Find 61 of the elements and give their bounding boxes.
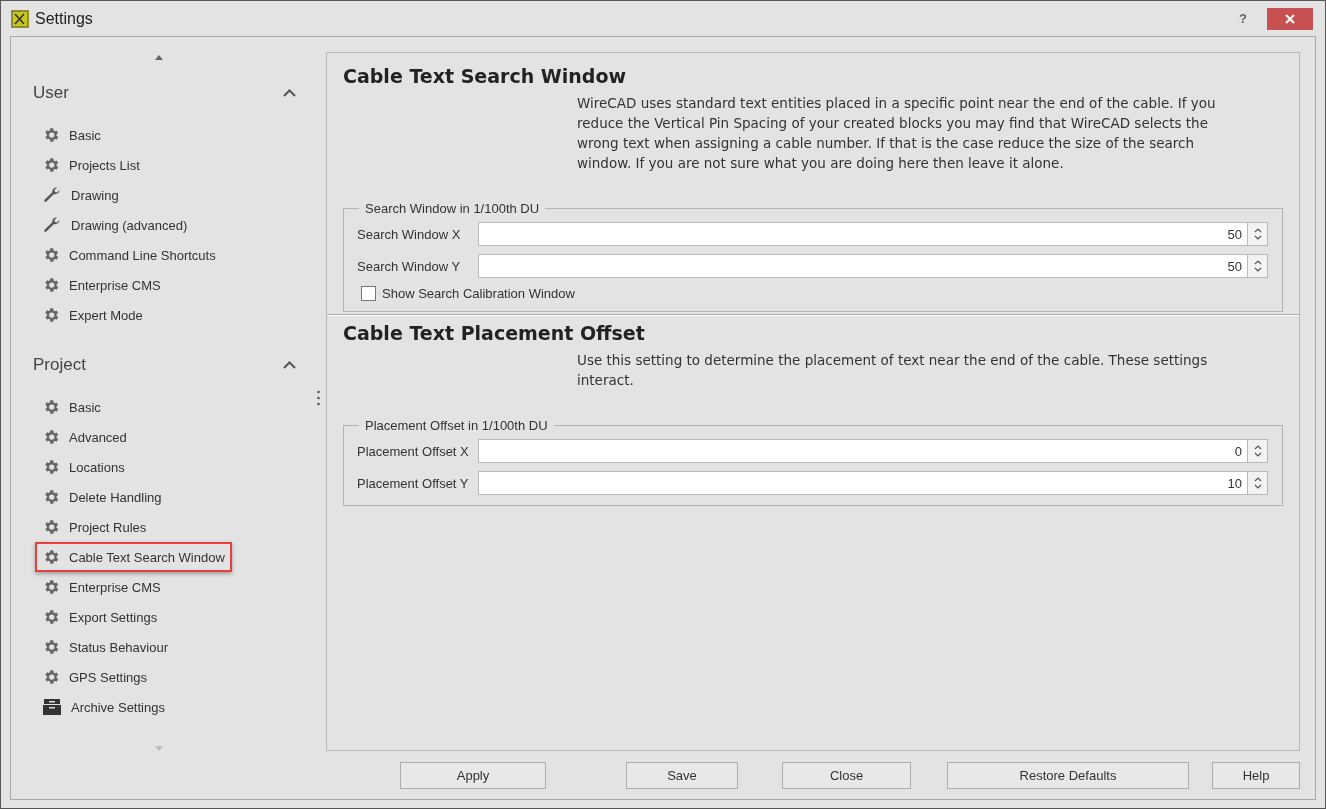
wrench-icon xyxy=(42,215,62,235)
section-description: WireCAD uses standard text entities placed in a specific point near the end of the cable. If you reduce the Vertical Pin Spacing of your created blocks you may find that WireCAD selects the wrong text when assigning a cable number. If that is the case reduce the size of the search window. If you are not sure what you are doing here then leave it alone. xyxy=(577,94,1217,173)
checkbox[interactable] xyxy=(361,286,376,301)
sidebar-item[interactable]: Advanced xyxy=(35,422,134,452)
close-button[interactable] xyxy=(1267,7,1313,30)
spin-buttons[interactable] xyxy=(1247,439,1268,463)
up-down-arrows-icon xyxy=(1253,444,1262,458)
spin-buttons[interactable] xyxy=(1247,471,1268,495)
collapse-chevron-icon[interactable] xyxy=(283,89,296,97)
sidebar-item[interactable]: Drawing (advanced) xyxy=(35,210,195,240)
sidebar-item[interactable]: Archive Settings xyxy=(35,692,172,722)
number-field[interactable]: 10 xyxy=(478,471,1247,495)
section-heading: Cable Text Search Window xyxy=(343,65,628,87)
group-box-title: Search Window in 1/100th DU xyxy=(364,201,541,216)
checkbox-label: Show Search Calibration Window xyxy=(382,286,575,301)
number-field[interactable]: 50 xyxy=(478,254,1247,278)
dialog-button[interactable]: Apply xyxy=(400,761,546,789)
spin-buttons[interactable] xyxy=(1247,254,1268,278)
up-down-arrows-icon xyxy=(1253,227,1262,241)
field-label: Search Window X xyxy=(357,226,462,242)
up-down-arrows-icon xyxy=(1253,259,1262,273)
dialog-button[interactable]: Help xyxy=(1212,761,1300,789)
app-logo-icon xyxy=(11,9,29,28)
sidebar-item[interactable]: GPS Settings xyxy=(35,662,155,692)
wrench-icon xyxy=(42,185,62,205)
dialog-button[interactable]: Close xyxy=(782,761,911,789)
number-field[interactable]: 50 xyxy=(478,222,1247,246)
window-title: Settings xyxy=(35,9,94,28)
scroll-up-arrow-icon[interactable] xyxy=(154,55,163,60)
sidebar-item[interactable]: Expert Mode xyxy=(35,300,150,330)
sidebar-item[interactable]: Enterprise CMS xyxy=(35,572,168,602)
sidebar-item[interactable]: Project Rules xyxy=(35,512,154,542)
dialog-button[interactable]: Restore Defaults xyxy=(947,761,1189,789)
field-label: Placement Offset Y xyxy=(357,475,470,491)
sidebar-item[interactable]: Projects List xyxy=(35,150,147,180)
sidebar-group-title: Project xyxy=(33,355,86,375)
collapse-chevron-icon[interactable] xyxy=(283,361,296,369)
field-label: Search Window Y xyxy=(357,258,462,274)
sidebar-item[interactable]: Export Settings xyxy=(35,602,165,632)
dialog-button[interactable]: Save xyxy=(626,761,738,789)
splitter-handle-icon[interactable] xyxy=(317,390,320,406)
section-description: Use this setting to determine the placement of text near the end of the cable. These settings interact. xyxy=(577,351,1209,390)
sidebar-item[interactable]: Delete Handling xyxy=(35,482,169,512)
section-heading: Cable Text Placement Offset xyxy=(343,322,646,344)
help-button[interactable]: ? xyxy=(1239,11,1247,26)
sidebar-item[interactable]: Cable Text Search Window xyxy=(35,542,232,572)
sidebar-item[interactable]: Basic xyxy=(35,392,108,422)
archive-box-icon xyxy=(42,698,62,716)
sidebar-group-title: User xyxy=(33,83,69,103)
up-down-arrows-icon xyxy=(1253,476,1262,490)
sidebar-item[interactable]: Status Behaviour xyxy=(35,632,175,662)
sidebar-item[interactable]: Enterprise CMS xyxy=(35,270,168,300)
spin-buttons[interactable] xyxy=(1247,222,1268,246)
sidebar-item[interactable]: Basic xyxy=(35,120,108,150)
number-field[interactable]: 0 xyxy=(478,439,1247,463)
field-label: Placement Offset X xyxy=(357,443,470,459)
group-box-title: Placement Offset in 1/100th DU xyxy=(364,418,549,433)
sidebar-item[interactable]: Drawing xyxy=(35,180,126,210)
sidebar-item[interactable]: Command Line Shortcuts xyxy=(35,240,223,270)
sidebar-item[interactable]: Locations xyxy=(35,452,132,482)
close-icon xyxy=(1285,13,1295,24)
